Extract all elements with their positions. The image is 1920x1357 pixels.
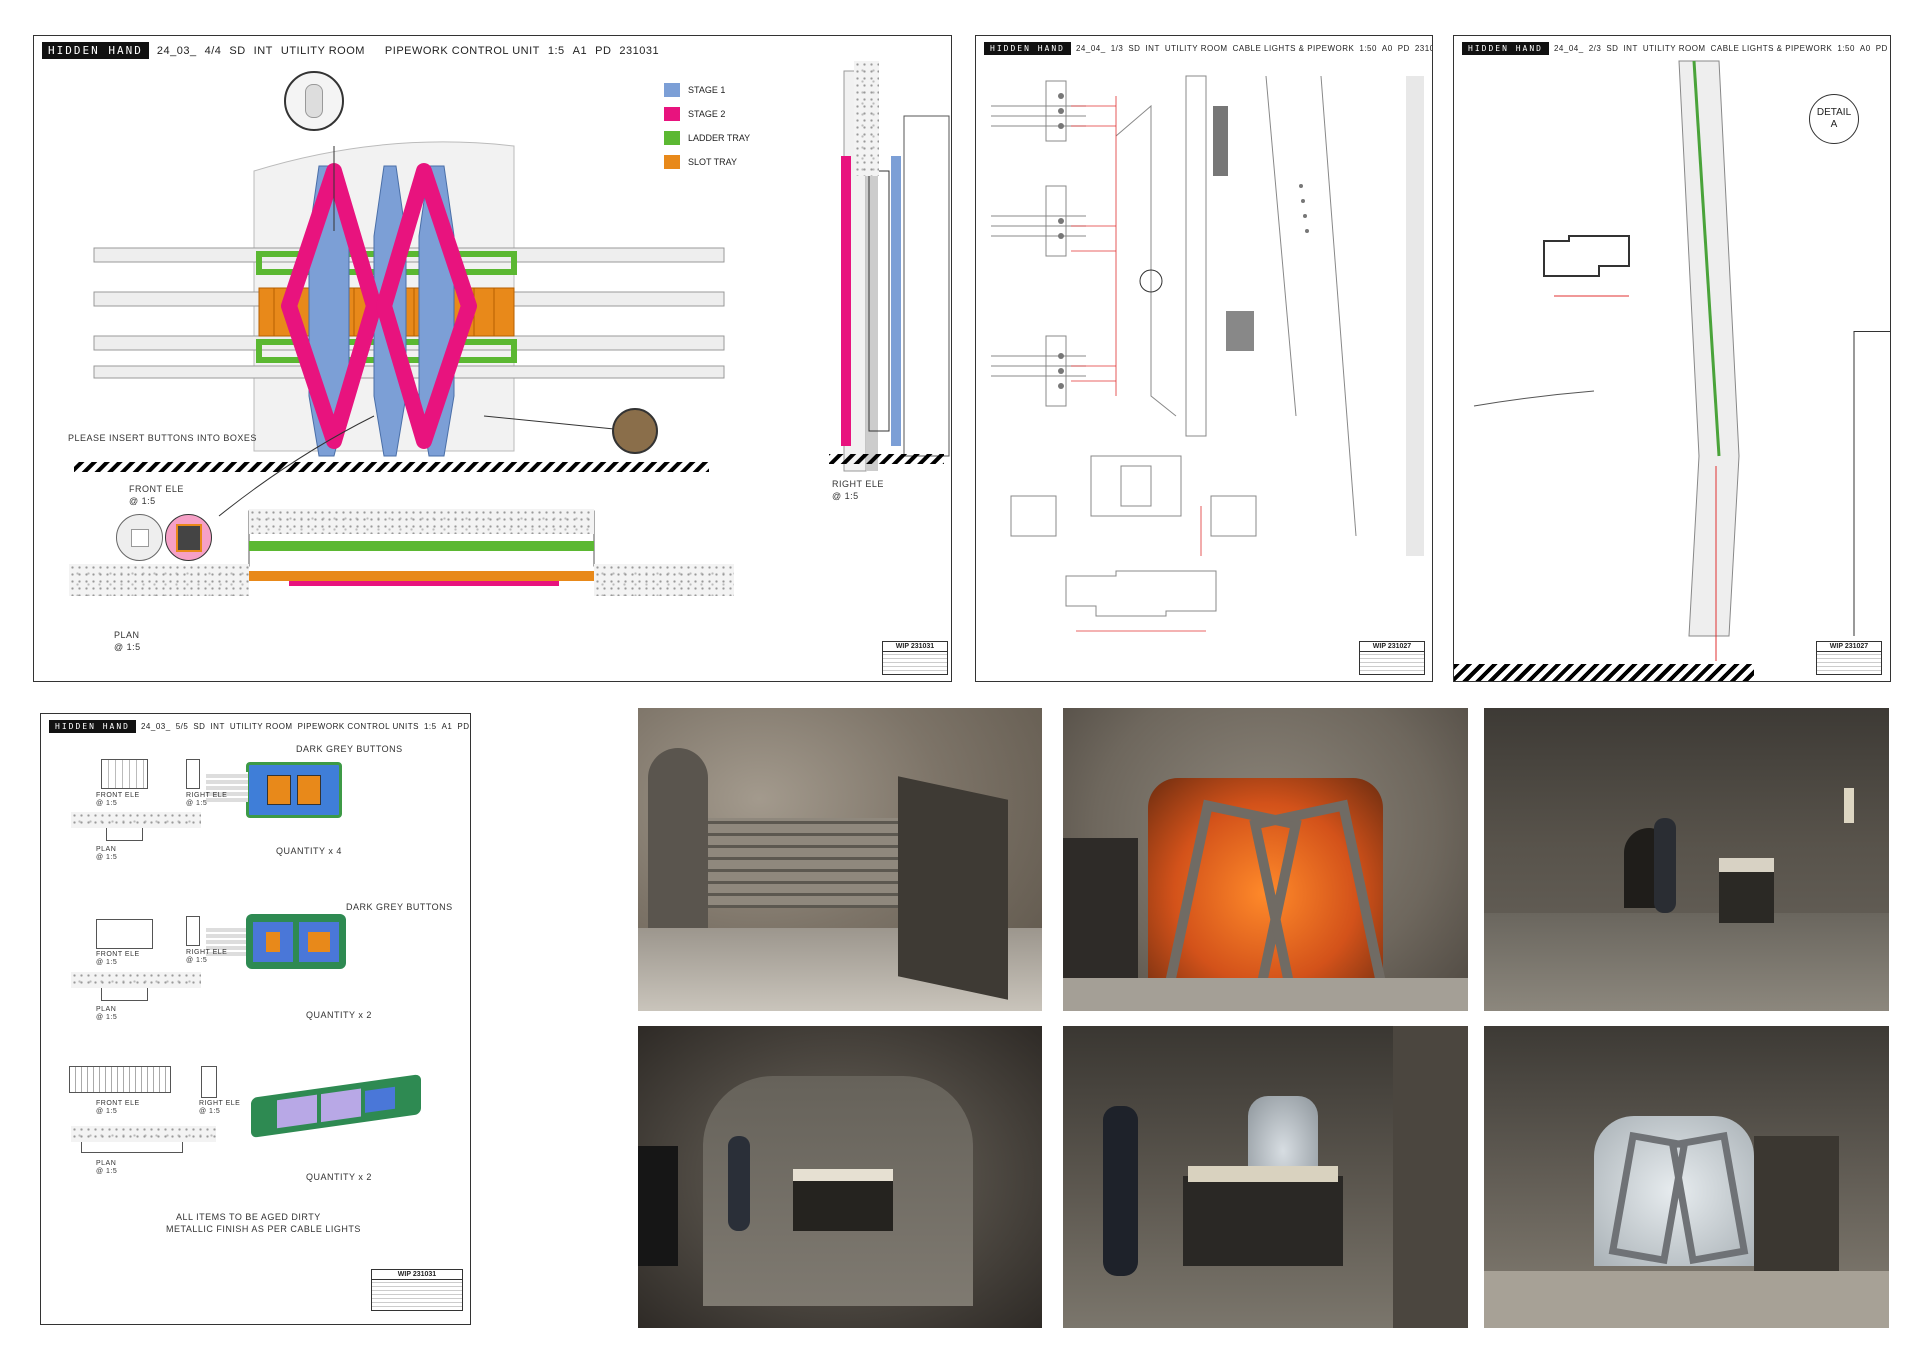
unit-render — [251, 1074, 421, 1138]
revision-stamp: WIP 231031 — [882, 641, 948, 675]
title-block: HIDDEN HAND 24_03_ 5/5 SD INT UTILITY RO… — [49, 720, 470, 733]
unit-right-ele-label: RIGHT ELE — [186, 792, 228, 799]
unit-plan-drawing — [106, 828, 143, 841]
unit-front-ele-scale: @ 1:5 — [96, 959, 118, 966]
front-ele-label: FRONT ELE — [129, 484, 184, 494]
drawing-sheet-pipework-control-unit: HIDDEN HAND 24_03_ 4/4 SD INT UTILITY RO… — [33, 35, 952, 682]
front-ele-scale: @ 1:5 — [129, 496, 156, 506]
unit-plan-rock — [71, 1126, 216, 1142]
title-part: 1:5 — [423, 722, 437, 731]
note-insert-buttons: PLEASE INSERT BUTTONS INTO BOXES — [68, 433, 257, 443]
set-photo-through-arch — [638, 1026, 1042, 1328]
title-part: 5/5 — [175, 722, 189, 731]
unit-front-ele-scale: @ 1:5 — [96, 1108, 118, 1115]
plan-rock-right — [594, 564, 734, 596]
unit-plan-label: PLAN — [96, 1006, 117, 1013]
section-drawings — [991, 75, 1424, 632]
unit-plan-scale: @ 1:5 — [96, 854, 118, 861]
note-finish-line-2: METALLIC FINISH AS PER CABLE LIGHTS — [166, 1224, 361, 1234]
unit-plan-scale: @ 1:5 — [96, 1168, 118, 1175]
set-photo-frosted-door — [1484, 1026, 1889, 1328]
right-ele-rock — [854, 61, 879, 176]
unit-front-ele-scale: @ 1:5 — [96, 800, 118, 807]
right-ele-label: RIGHT ELE — [832, 479, 884, 489]
unit-right-ele-scale: @ 1:5 — [186, 957, 208, 964]
unit-plan-drawing — [101, 988, 148, 1001]
unit-front-ele-label: FRONT ELE — [96, 792, 140, 799]
unit-front-ele-label: FRONT ELE — [96, 1100, 140, 1107]
unit-callout: DARK GREY BUTTONS — [346, 902, 453, 912]
revision-stamp: WIP 231027 — [1359, 641, 1425, 675]
callout-render-top — [284, 71, 344, 131]
title-part: SD — [193, 722, 206, 731]
hidden-hand-logo: HIDDEN HAND — [49, 720, 136, 733]
callout-render-right — [612, 408, 658, 454]
title-part: PIPEWORK CONTROL UNITS — [297, 722, 419, 731]
drawing-sheet-cable-lights-1: HIDDEN HAND 24_04_ 1/3 SD INT UTILITY RO… — [975, 35, 1433, 682]
floor-hatch — [1454, 664, 1754, 681]
wall-section-drawing — [1473, 60, 1890, 661]
set-photo-crew-at-desk — [1063, 1026, 1468, 1328]
title-part: UTILITY ROOM — [229, 722, 293, 731]
unit-render — [246, 914, 346, 969]
plan-scale: @ 1:5 — [114, 642, 141, 652]
unit-right-ele-label: RIGHT ELE — [186, 949, 228, 956]
set-photo-utility-room — [1484, 708, 1889, 1011]
unit-quantity: QUANTITY x 4 — [276, 846, 342, 856]
unit-plan-label: PLAN — [96, 846, 117, 853]
revision-stamp: WIP 231031 — [371, 1269, 463, 1311]
title-part: A1 — [441, 722, 453, 731]
callout-render-plan-1 — [116, 514, 163, 561]
unit-right-ele-scale: @ 1:5 — [186, 800, 208, 807]
title-part: PD — [457, 722, 470, 731]
unit-front-ele-drawing — [69, 1066, 171, 1093]
unit-right-ele-drawing — [186, 759, 200, 789]
title-part: 24_03_ — [140, 722, 171, 731]
drawing-sheet-cable-lights-2: HIDDEN HAND 24_04_ 2/3 SD INT UTILITY RO… — [1453, 35, 1891, 682]
unit-front-ele-label: FRONT ELE — [96, 951, 140, 958]
unit-front-ele-drawing — [101, 759, 148, 789]
plan-rock-top — [249, 509, 594, 534]
title-part: INT — [210, 722, 225, 731]
callout-render-plan-2 — [165, 514, 212, 561]
plan-label: PLAN — [114, 630, 140, 640]
unit-right-ele-label: RIGHT ELE — [199, 1100, 241, 1107]
set-photo-lit-doorway — [1063, 708, 1468, 1011]
unit-plan-rock — [71, 972, 201, 988]
set-photo-tunnel-wall — [638, 708, 1042, 1011]
unit-quantity: QUANTITY x 2 — [306, 1172, 372, 1182]
unit-plan-label: PLAN — [96, 1160, 117, 1167]
note-finish-line-1: ALL ITEMS TO BE AGED DIRTY — [176, 1212, 321, 1222]
plan-rock-left — [69, 564, 249, 596]
unit-plan-drawing — [81, 1142, 183, 1153]
unit-quantity: QUANTITY x 2 — [306, 1010, 372, 1020]
unit-callout: DARK GREY BUTTONS — [296, 744, 403, 754]
right-ele-scale: @ 1:5 — [832, 491, 859, 501]
unit-render — [246, 762, 342, 818]
unit-plan-scale: @ 1:5 — [96, 1014, 118, 1021]
unit-right-ele-drawing — [201, 1066, 217, 1098]
unit-plan-rock — [71, 812, 201, 828]
revision-stamp: WIP 231027 — [1816, 641, 1882, 675]
unit-right-ele-drawing — [186, 916, 200, 946]
drawing-sheet-control-units: HIDDEN HAND 24_03_ 5/5 SD INT UTILITY RO… — [40, 713, 471, 1325]
unit-front-ele-drawing — [96, 919, 153, 949]
unit-right-ele-scale: @ 1:5 — [199, 1108, 221, 1115]
